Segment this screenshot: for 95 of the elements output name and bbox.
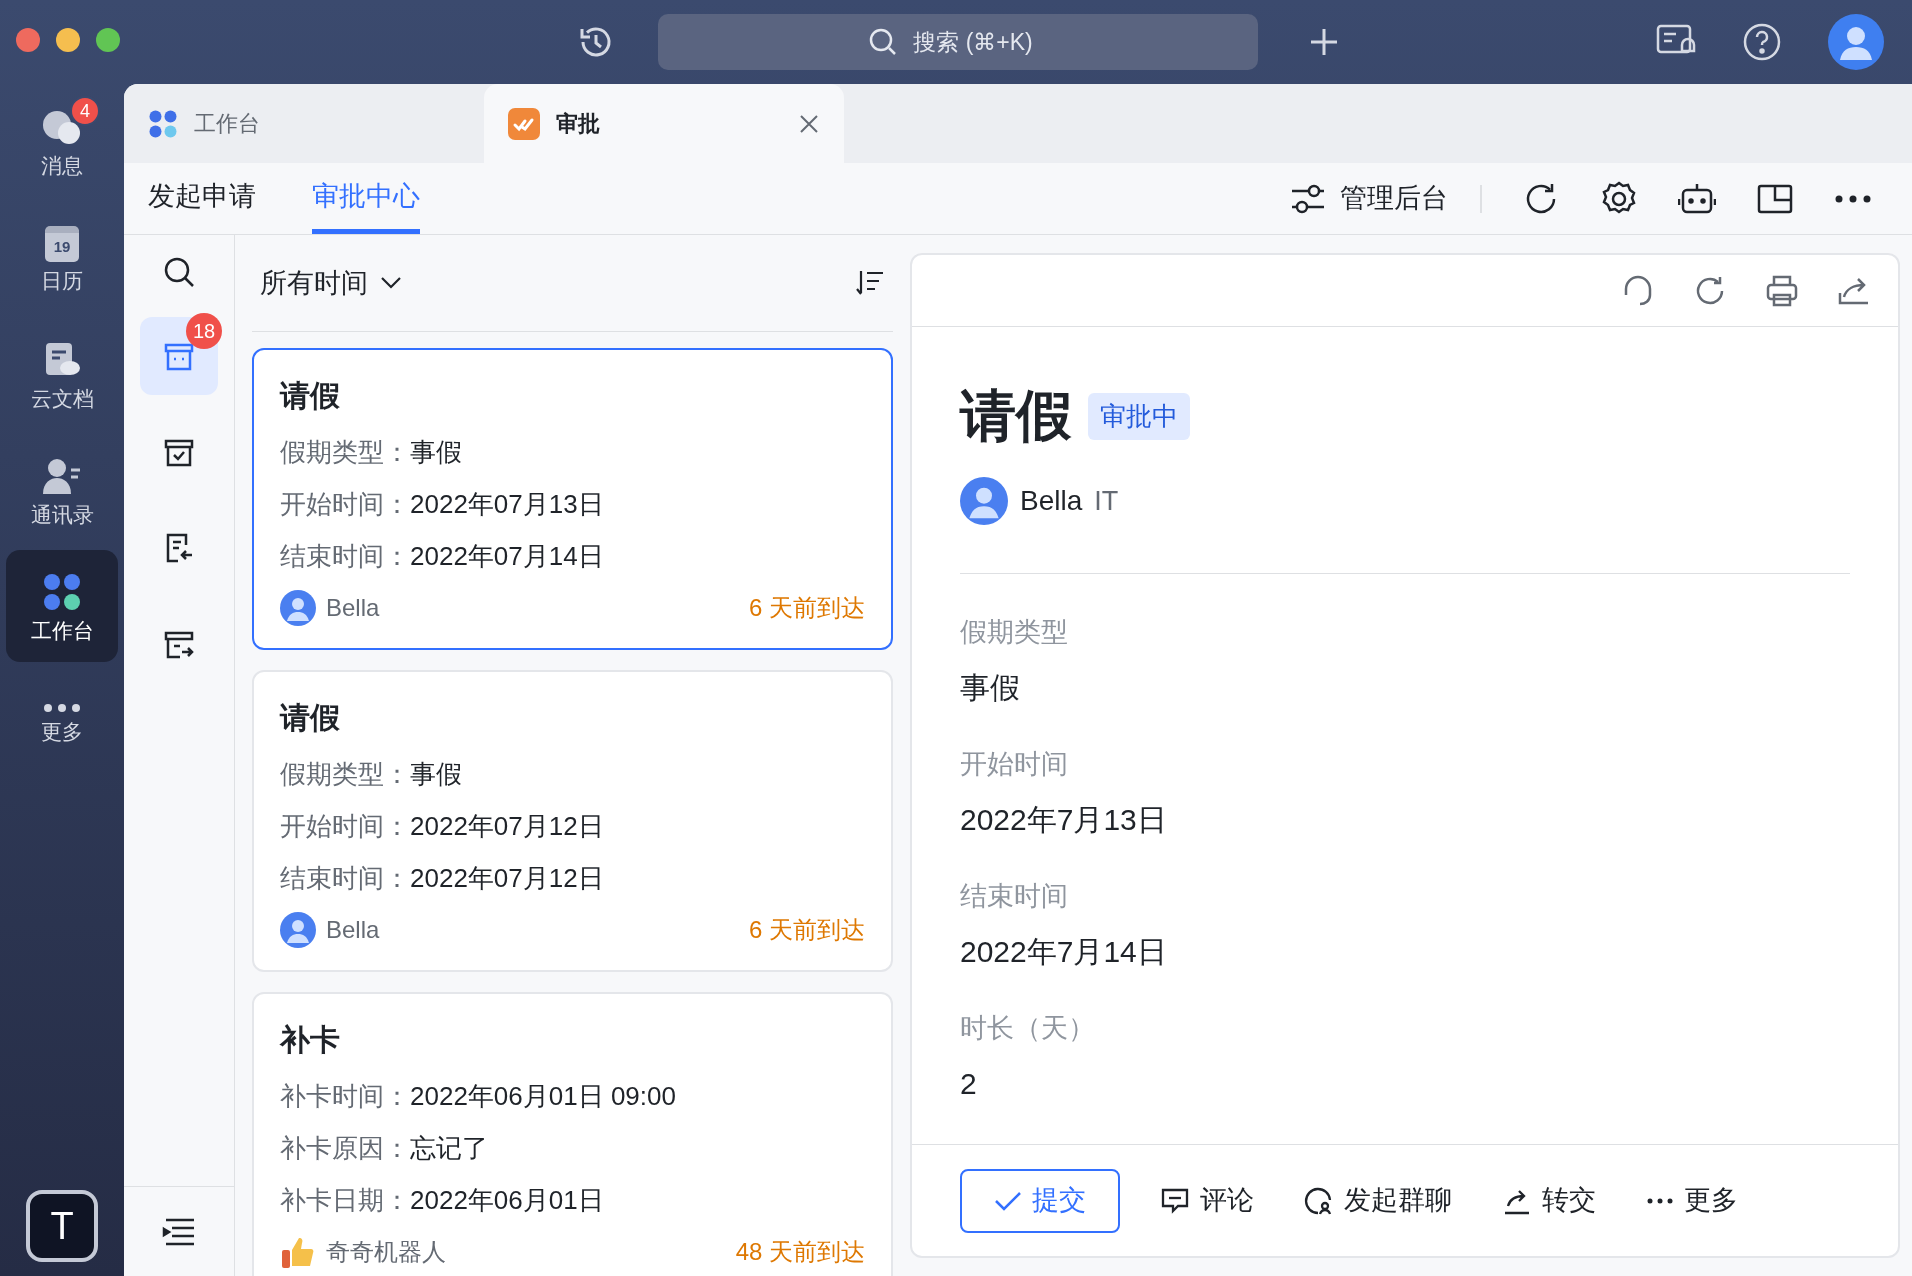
arrival-time: 6 天前到达	[749, 915, 865, 945]
approval-card[interactable]: 请假 假期类型：事假 开始时间：2022年07月13日 结束时间：2022年07月14日 Bella 6 天前到达	[252, 348, 893, 650]
close-icon[interactable]	[798, 112, 820, 135]
subnav-tab[interactable]: 发起申请	[148, 163, 256, 234]
calendar-icon: 19	[45, 225, 79, 262]
group-chat-icon	[1304, 1185, 1334, 1216]
add-icon[interactable]	[1308, 26, 1340, 58]
tab[interactable]: 工作台	[124, 84, 484, 163]
rail-label: 消息	[41, 154, 83, 176]
arrival-time: 48 天前到达	[735, 1237, 865, 1267]
rail-label: 云文档	[30, 387, 94, 409]
tab[interactable]: 审批	[484, 84, 844, 163]
subnav-tab[interactable]: 审批中心	[312, 163, 420, 234]
department: IT	[1094, 484, 1119, 518]
rail-item[interactable]: 通讯录	[6, 434, 118, 546]
action-button[interactable]: 评论	[1160, 1180, 1254, 1221]
field-value: 事假	[410, 758, 462, 791]
tab-label: 工作台	[194, 110, 260, 138]
user-avatar[interactable]: T	[26, 1190, 98, 1262]
rail-item[interactable]: 云文档	[6, 318, 118, 430]
list-menu-icon[interactable]	[162, 1216, 196, 1247]
field-label: 开始时间	[960, 748, 1069, 781]
rail-item[interactable]: 更多	[6, 666, 118, 778]
search-icon[interactable]	[162, 255, 196, 289]
approval-card[interactable]: 请假 假期类型：事假 开始时间：2022年07月12日 结束时间：2022年07月12日 Bella 6 天前到达	[252, 670, 893, 972]
sort-icon[interactable]	[855, 269, 885, 297]
card-title: 补卡	[280, 1022, 341, 1058]
field-label: 结束时间	[960, 880, 1069, 913]
field-value: 2022年07月13日	[410, 488, 604, 521]
field-label: 假期类型	[960, 616, 1069, 649]
field-label: 结束时间：	[280, 540, 410, 573]
user-name: Bella	[326, 593, 380, 623]
apps-icon	[148, 108, 178, 139]
search-icon	[868, 27, 898, 57]
user-avatar	[280, 590, 316, 626]
count-badge: 18	[186, 313, 222, 349]
card-title: 请假	[280, 378, 341, 414]
action-button[interactable]: 转交	[1502, 1180, 1596, 1221]
request-title: 请假	[960, 383, 1072, 449]
user-avatar	[280, 912, 316, 948]
field-label: 时长（天）	[960, 1012, 1096, 1045]
field-value: 事假	[410, 436, 462, 469]
field-label: 假期类型：	[280, 436, 410, 469]
rail-item[interactable]: 4 消息	[6, 86, 118, 198]
field-label: 开始时间：	[280, 488, 410, 521]
approval-card[interactable]: 补卡 补卡时间：2022年06月01日 09:00 补卡原因：忘记了 补卡日期：2022年06月01日 奇奇机器人 48 天前到达	[252, 992, 893, 1276]
action-button[interactable]: 更多	[1646, 1180, 1738, 1221]
field-value: 2	[960, 1066, 978, 1102]
field-label: 假期类型：	[280, 758, 410, 791]
approval-app-icon	[508, 107, 540, 140]
card-title: 请假	[280, 700, 341, 736]
field-label: 结束时间：	[280, 862, 410, 895]
field-label: 补卡时间：	[280, 1080, 410, 1113]
field-label: 补卡日期：	[280, 1184, 410, 1217]
rail-label: 更多	[41, 720, 83, 742]
minimize-window-button[interactable]	[56, 28, 80, 52]
profile-avatar[interactable]	[1828, 14, 1884, 70]
field-value: 忘记了	[410, 1132, 488, 1165]
field-value: 2022年07月14日	[410, 540, 604, 573]
user-avatar	[960, 477, 1008, 525]
rail-label: 工作台	[30, 619, 94, 641]
rail-label: 通讯录	[30, 503, 94, 525]
user-name: 奇奇机器人	[326, 1237, 446, 1267]
apps-icon	[42, 571, 82, 612]
submit-button[interactable]: 提交	[960, 1168, 1120, 1233]
arrival-time: 6 天前到达	[749, 593, 865, 623]
chevron-down-icon	[380, 276, 402, 290]
more-icon	[1646, 1196, 1674, 1205]
tab-label: 审批	[556, 110, 600, 138]
time-filter-dropdown[interactable]: 所有时间	[260, 262, 402, 304]
field-value: 2022年06月01日	[410, 1184, 604, 1217]
more-icon[interactable]	[1834, 193, 1872, 204]
field-value: 2022年06月01日 09:00	[410, 1080, 676, 1113]
status-tag: 审批中	[1088, 392, 1190, 440]
action-button[interactable]: 发起群聊	[1304, 1180, 1452, 1221]
rail-item[interactable]: 19 日历	[6, 202, 118, 314]
field-value: 2022年7月13日	[960, 802, 1168, 838]
rail-label: 日历	[41, 269, 83, 291]
admin-console-button[interactable]: 管理后台	[1290, 163, 1448, 234]
help-icon[interactable]	[1742, 22, 1782, 62]
more-icon	[42, 702, 82, 713]
field-value: 事假	[960, 670, 1021, 706]
field-label: 补卡原因：	[280, 1132, 410, 1165]
rail-item[interactable]: 工作台	[6, 550, 118, 662]
check-icon	[994, 1189, 1022, 1212]
field-value: 2022年07月12日	[410, 810, 604, 843]
applicant-name: Bella	[1020, 484, 1083, 518]
user-name: Bella	[326, 915, 380, 945]
search-field[interactable]: 搜索 (⌘+K)	[658, 14, 1258, 70]
zoom-window-button[interactable]	[96, 28, 120, 52]
field-value: 2022年7月14日	[960, 934, 1168, 970]
unread-badge: 4	[70, 96, 100, 126]
field-value: 2022年07月12日	[410, 862, 604, 895]
close-window-button[interactable]	[16, 28, 40, 52]
field-label: 开始时间：	[280, 810, 410, 843]
